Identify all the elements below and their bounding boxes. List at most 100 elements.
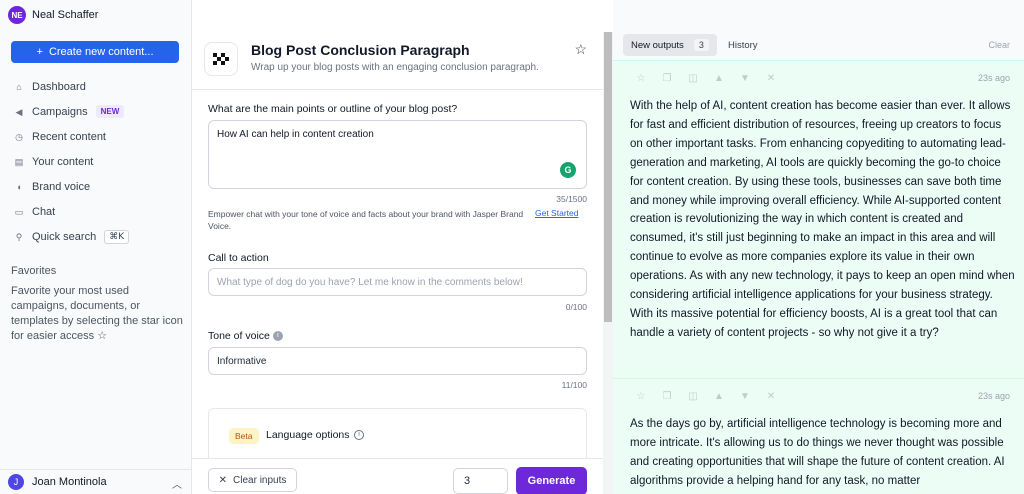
outline-label: What are the main points or outline of y… bbox=[208, 103, 458, 115]
tone-label-text: Tone of voice bbox=[208, 330, 270, 342]
output-text: As the days go by, artificial intelligen… bbox=[630, 418, 1005, 487]
sidebar-item-recent-content[interactable]: ◷ Recent content bbox=[8, 124, 184, 149]
thumbs-down-icon[interactable]: ▼ bbox=[739, 391, 751, 403]
megaphone-icon: ◀ bbox=[15, 106, 23, 117]
clock-icon: ◷ bbox=[15, 131, 23, 142]
workspace-name: Neal Schaffer bbox=[32, 9, 99, 21]
tone-counter: 11/100 bbox=[561, 380, 587, 390]
sidebar-item-quick-search[interactable]: ⚲ Quick search ⌘K bbox=[8, 224, 184, 249]
output-text: With the help of AI, content creation ha… bbox=[630, 100, 1015, 339]
outputs-panel: New outputs 3 History Clear ☆ ❐ ◫ ▲ ▼ ✕ … bbox=[613, 0, 1024, 494]
chat-icon: ▭ bbox=[14, 206, 24, 217]
search-icon: ⚲ bbox=[15, 231, 23, 242]
outline-value: How AI can help in content creation bbox=[217, 129, 374, 140]
cta-counter: 0/100 bbox=[565, 302, 587, 312]
template-title: Blog Post Conclusion Paragraph bbox=[251, 42, 470, 58]
thumbs-down-icon[interactable]: ▼ bbox=[739, 73, 751, 85]
get-started-link[interactable]: Get Started bbox=[535, 208, 578, 218]
sidebar-item-label: Brand voice bbox=[32, 180, 91, 193]
thumbs-up-icon[interactable]: ▲ bbox=[713, 391, 725, 403]
sidebar-item-label: Quick search bbox=[32, 230, 97, 243]
create-new-content-button[interactable]: + Create new content... bbox=[11, 41, 179, 63]
sidebar-item-brand-voice[interactable]: ◖ Brand voice bbox=[8, 174, 184, 199]
sidebar-item-label: Campaigns bbox=[32, 105, 88, 118]
sidebar-item-campaigns[interactable]: ◀ Campaigns NEW bbox=[8, 99, 184, 124]
cta-input[interactable]: What type of dog do you have? Let me kno… bbox=[208, 268, 587, 296]
output-timestamp: 23s ago bbox=[977, 391, 1010, 401]
duplicate-icon[interactable]: ◫ bbox=[687, 391, 699, 403]
close-icon: ✕ bbox=[218, 474, 228, 486]
clear-inputs-button[interactable]: ✕ Clear inputs bbox=[208, 468, 297, 492]
tone-label: Tone of voice i bbox=[208, 330, 283, 342]
sidebar-nav: ⌂ Dashboard ◀ Campaigns NEW ◷ Recent con… bbox=[8, 74, 184, 249]
sidebar-item-label: Chat bbox=[32, 205, 56, 218]
output-timestamp: 23s ago bbox=[977, 73, 1010, 83]
form-footer: ✕ Clear inputs 3 Generate bbox=[192, 458, 603, 494]
user-menu[interactable]: J Joan Montinola ︿ bbox=[0, 469, 192, 494]
sidebar-item-your-content[interactable]: ▤ Your content bbox=[8, 149, 184, 174]
info-icon[interactable]: i bbox=[272, 331, 283, 342]
language-options-label: Language options bbox=[266, 429, 350, 441]
duplicate-icon[interactable]: ◫ bbox=[687, 73, 699, 85]
tab-history[interactable]: History bbox=[728, 40, 758, 51]
sidebar-item-chat[interactable]: ▭ Chat bbox=[8, 199, 184, 224]
thumbs-up-icon[interactable]: ▲ bbox=[713, 73, 725, 85]
cta-placeholder: What type of dog do you have? Let me kno… bbox=[217, 276, 523, 288]
create-new-content-label: Create new content... bbox=[48, 46, 154, 58]
document-icon: ▤ bbox=[14, 156, 24, 167]
outline-counter: 35/1500 bbox=[556, 194, 587, 204]
outputs-count-badge: 3 bbox=[693, 39, 709, 51]
home-icon: ⌂ bbox=[16, 81, 22, 92]
output-count-input[interactable]: 3 bbox=[453, 468, 508, 494]
speaker-icon: ◖ bbox=[16, 181, 22, 192]
new-badge: NEW bbox=[95, 105, 125, 118]
brand-voice-hint: Empower chat with your tone of voice and… bbox=[208, 209, 524, 231]
sidebar-item-label: Recent content bbox=[32, 130, 106, 143]
user-name: Joan Montinola bbox=[32, 476, 107, 488]
template-subtitle: Wrap up your blog posts with an engaging… bbox=[251, 62, 539, 73]
checkered-flag-icon bbox=[204, 42, 238, 76]
tab-new-outputs[interactable]: New outputs 3 bbox=[623, 34, 717, 56]
tone-input[interactable]: Informative bbox=[208, 347, 587, 375]
workspace-avatar: NE bbox=[8, 6, 26, 24]
output-card: ☆ ❐ ◫ ▲ ▼ ✕ 23s ago With the help of AI,… bbox=[613, 60, 1024, 378]
delete-icon[interactable]: ✕ bbox=[765, 391, 777, 403]
outputs-tabs: New outputs 3 History Clear bbox=[613, 32, 1024, 58]
clear-outputs-button[interactable]: Clear bbox=[988, 40, 1010, 50]
info-circle-icon[interactable]: i bbox=[354, 430, 364, 440]
language-options-section[interactable]: Beta Language options i bbox=[208, 408, 587, 463]
scrollbar-thumb[interactable] bbox=[604, 32, 612, 322]
favorites-title: Favorites bbox=[11, 265, 57, 277]
star-icon[interactable]: ☆ bbox=[635, 391, 647, 403]
output-card: ☆ ❐ ◫ ▲ ▼ ✕ 23s ago As the days go by, a… bbox=[613, 378, 1024, 494]
tone-value: Informative bbox=[217, 355, 267, 367]
sidebar-item-dashboard[interactable]: ⌂ Dashboard bbox=[8, 74, 184, 99]
clear-inputs-label: Clear inputs bbox=[233, 474, 287, 486]
sidebar-item-label: Your content bbox=[32, 155, 94, 168]
sidebar-item-label: Dashboard bbox=[32, 80, 86, 93]
chevron-up-icon: ︿ bbox=[172, 480, 182, 491]
form-scrollbar[interactable] bbox=[603, 32, 613, 494]
card-toolbar: ☆ ❐ ◫ ▲ ▼ ✕ bbox=[635, 391, 777, 403]
template-form-panel: Blog Post Conclusion Paragraph Wrap up y… bbox=[192, 0, 603, 494]
template-header: Blog Post Conclusion Paragraph Wrap up y… bbox=[192, 32, 603, 90]
user-avatar: J bbox=[8, 474, 24, 490]
delete-icon[interactable]: ✕ bbox=[765, 73, 777, 85]
shortcut-badge: ⌘K bbox=[104, 229, 130, 244]
star-icon[interactable]: ☆ bbox=[635, 73, 647, 85]
copy-icon[interactable]: ❐ bbox=[661, 391, 673, 403]
favorite-star-icon[interactable]: ☆ bbox=[574, 41, 587, 58]
plus-icon: + bbox=[36, 46, 43, 58]
workspace-switcher[interactable]: NE Neal Schaffer bbox=[8, 6, 98, 24]
copy-icon[interactable]: ❐ bbox=[661, 73, 673, 85]
tab-label: New outputs bbox=[631, 39, 684, 51]
generate-button[interactable]: Generate bbox=[516, 467, 587, 494]
star-outline-icon: ☆ bbox=[97, 330, 108, 342]
sidebar: NE Neal Schaffer + Create new content...… bbox=[0, 0, 192, 494]
favorites-text: Favorite your most used campaigns, docum… bbox=[11, 284, 183, 344]
grammarly-icon[interactable]: G bbox=[560, 162, 576, 178]
beta-badge: Beta bbox=[229, 428, 259, 444]
card-toolbar: ☆ ❐ ◫ ▲ ▼ ✕ bbox=[635, 73, 777, 85]
cta-label: Call to action bbox=[208, 252, 269, 264]
outline-textarea[interactable]: How AI can help in content creation G bbox=[208, 120, 587, 189]
